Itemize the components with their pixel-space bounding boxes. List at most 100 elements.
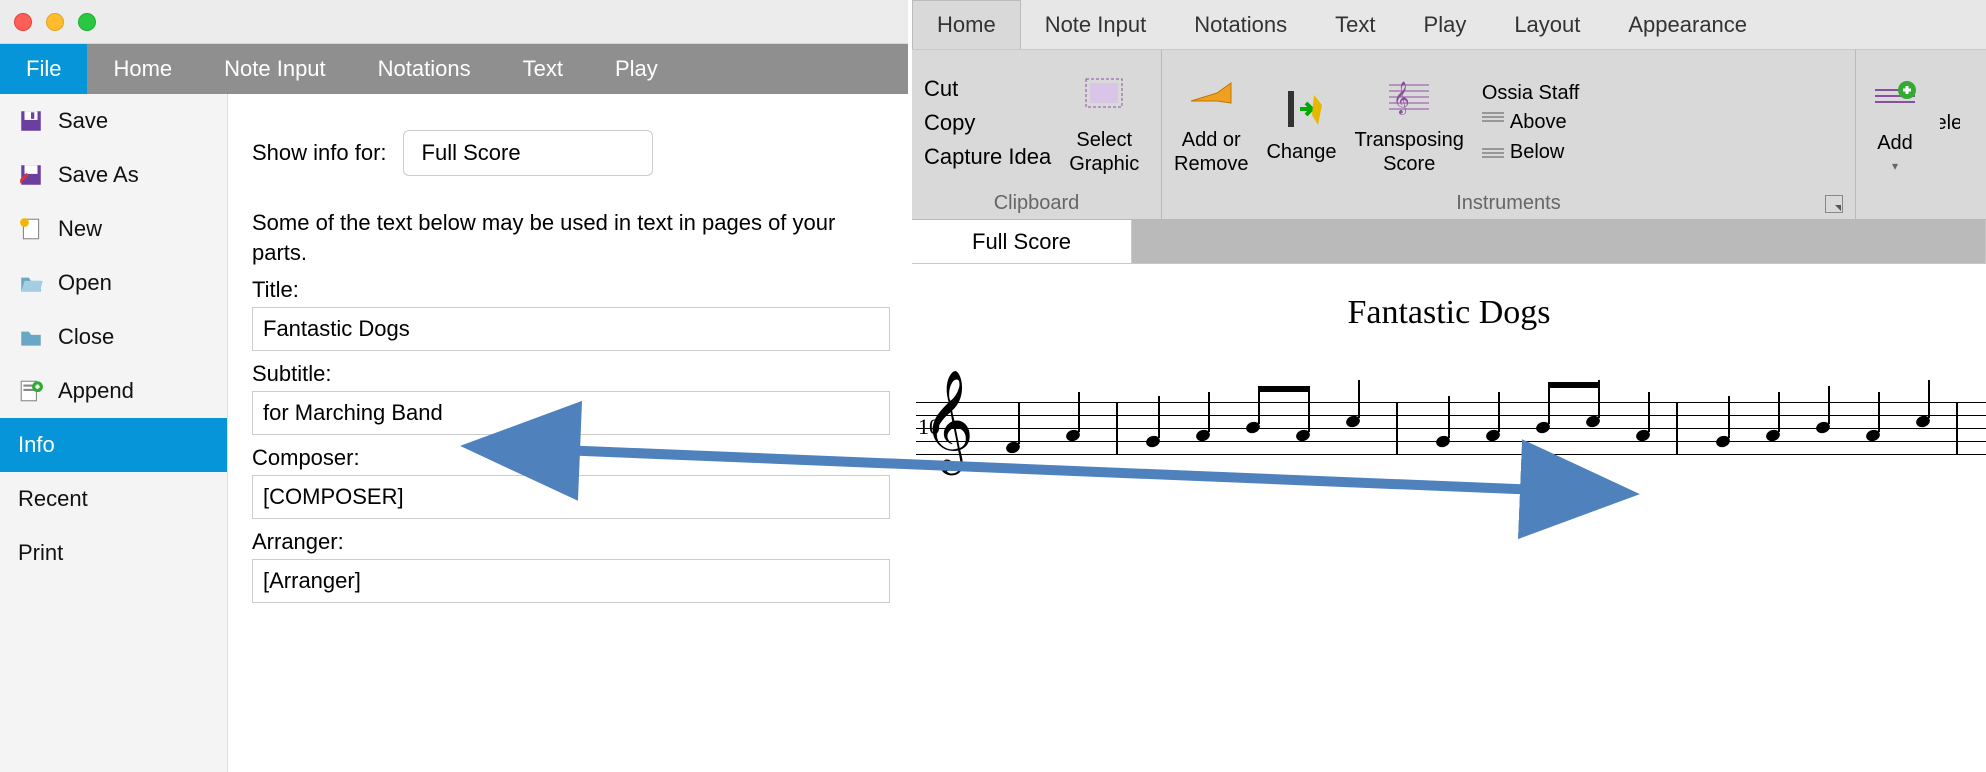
- sidebar-item-print[interactable]: Print: [0, 526, 227, 580]
- sidebar-label: New: [58, 216, 102, 242]
- transposing-score-icon: 𝄞: [1382, 70, 1436, 124]
- transposing-label: Transposing Score: [1355, 128, 1464, 176]
- sidebar-label: Open: [58, 270, 112, 296]
- title-input[interactable]: [252, 307, 890, 351]
- right-window: Home Note Input Notations Text Play Layo…: [912, 0, 1986, 772]
- ribbon-group-instruments: Add or Remove Change 𝄞 Transposing Score…: [1162, 50, 1856, 219]
- sidebar-item-save[interactable]: Save: [0, 94, 227, 148]
- sidebar-item-append[interactable]: Append: [0, 364, 227, 418]
- arranger-label: Arranger:: [252, 529, 890, 555]
- sidebar-label: Info: [18, 432, 55, 458]
- add-remove-instruments-button[interactable]: Add or Remove: [1174, 70, 1248, 176]
- ribbon-body: Cut Copy Capture Idea Select Graphic Cli…: [912, 50, 1986, 220]
- info-desc: Some of the text below may be used in te…: [252, 208, 890, 267]
- subtitle-input[interactable]: [252, 391, 890, 435]
- clipboard-capture-idea[interactable]: Capture Idea: [924, 144, 1051, 170]
- rtab-home[interactable]: Home: [912, 0, 1021, 49]
- sidebar-item-info[interactable]: Info: [0, 418, 227, 472]
- sidebar-label: Save As: [58, 162, 139, 188]
- add-bars-label: Add: [1877, 131, 1913, 155]
- sidebar-label: Print: [18, 540, 63, 566]
- change-label: Change: [1266, 140, 1336, 164]
- rtab-notations[interactable]: Notations: [1170, 0, 1311, 49]
- ribbon-group-bars: Add ▾ Delete: [1856, 50, 1986, 219]
- clipboard-copy[interactable]: Copy: [924, 110, 1051, 136]
- ossia-staff-button[interactable]: Ossia Staff: [1482, 82, 1579, 105]
- sidebar-label: Recent: [18, 486, 88, 512]
- arranger-input[interactable]: [252, 559, 890, 603]
- window-zoom-button[interactable]: [78, 13, 96, 31]
- window-close-button[interactable]: [14, 13, 32, 31]
- rtab-layout[interactable]: Layout: [1490, 0, 1604, 49]
- instruments-group-title: Instruments: [1456, 190, 1560, 217]
- delete-bars-label: Delete: [1940, 111, 1960, 135]
- composer-label: Composer:: [252, 445, 890, 471]
- rtab-note-input[interactable]: Note Input: [1021, 0, 1171, 49]
- part-tab-full-score[interactable]: Full Score: [912, 220, 1132, 263]
- sidebar-item-save-as[interactable]: Save As: [0, 148, 227, 202]
- sidebar-label: Close: [58, 324, 114, 350]
- sidebar-label: Save: [58, 108, 108, 134]
- show-info-value: Full Score: [422, 140, 521, 166]
- rtab-appearance[interactable]: Appearance: [1604, 0, 1771, 49]
- svg-text:𝄞: 𝄞: [1393, 82, 1410, 115]
- tab-file[interactable]: File: [0, 44, 87, 94]
- info-panel: Show info for: Full Score Some of the te…: [228, 94, 908, 772]
- sidebar-item-close[interactable]: Close: [0, 310, 227, 364]
- rtab-play[interactable]: Play: [1400, 0, 1491, 49]
- sidebar-item-recent[interactable]: Recent: [0, 472, 227, 526]
- ribbon-tabs: Home Note Input Notations Text Play Layo…: [912, 0, 1986, 50]
- show-info-select[interactable]: Full Score: [403, 130, 653, 176]
- tab-text[interactable]: Text: [497, 44, 589, 94]
- tab-notations[interactable]: Notations: [352, 44, 497, 94]
- sidebar-item-new[interactable]: New: [0, 202, 227, 256]
- saveas-icon: [18, 162, 44, 188]
- tab-note-input[interactable]: Note Input: [198, 44, 352, 94]
- trumpet-icon: [1184, 70, 1238, 124]
- delete-bars-button[interactable]: Delete: [1940, 111, 1960, 135]
- new-icon: [18, 216, 44, 242]
- add-bars-icon: [1868, 73, 1922, 127]
- treble-clef-icon: 𝄞: [922, 378, 974, 466]
- rtab-text[interactable]: Text: [1311, 0, 1399, 49]
- file-sidebar: Save Save As New Open Close: [0, 94, 228, 772]
- ribbon-group-clipboard: Cut Copy Capture Idea Select Graphic Cli…: [912, 50, 1162, 219]
- left-window: File Home Note Input Notations Text Play…: [0, 0, 912, 772]
- select-graphic-button[interactable]: Select Graphic: [1069, 70, 1139, 176]
- staff-below-icon: [1482, 141, 1504, 165]
- change-instrument-icon: [1275, 82, 1329, 136]
- save-icon: [18, 108, 44, 134]
- music-staff: 𝄞: [916, 372, 1986, 492]
- append-icon: [18, 378, 44, 404]
- subtitle-label: Subtitle:: [252, 361, 890, 387]
- staff-above-icon: [1482, 111, 1504, 135]
- close-icon: [18, 324, 44, 350]
- open-icon: [18, 270, 44, 296]
- composer-input[interactable]: [252, 475, 890, 519]
- tab-play[interactable]: Play: [589, 44, 684, 94]
- add-remove-label: Add or Remove: [1174, 128, 1248, 176]
- select-graphic-label: Select Graphic: [1069, 128, 1139, 176]
- window-minimize-button[interactable]: [46, 13, 64, 31]
- clipboard-group-title: Clipboard: [924, 190, 1149, 217]
- parts-subtoolbar: Full Score: [912, 220, 1986, 264]
- show-info-label: Show info for:: [252, 140, 387, 166]
- score-title: Fantastic Dogs: [912, 294, 1986, 332]
- title-label: Title:: [252, 277, 890, 303]
- tab-home[interactable]: Home: [87, 44, 198, 94]
- change-instrument-button[interactable]: Change: [1266, 82, 1336, 164]
- sidebar-label: Append: [58, 378, 134, 404]
- clipboard-cut[interactable]: Cut: [924, 76, 1051, 102]
- left-menubar: File Home Note Input Notations Text Play: [0, 44, 908, 94]
- instruments-dialog-launcher[interactable]: [1825, 195, 1843, 213]
- score-canvas[interactable]: Fantastic Dogs 10 𝄞: [912, 264, 1986, 492]
- parts-empty-area: [1132, 220, 1986, 263]
- transposing-score-button[interactable]: 𝄞 Transposing Score: [1355, 70, 1464, 176]
- dropdown-caret-icon: ▾: [1892, 159, 1898, 173]
- select-graphic-icon: [1077, 70, 1131, 124]
- sidebar-item-open[interactable]: Open: [0, 256, 227, 310]
- staff-below-button[interactable]: Below: [1482, 141, 1579, 165]
- titlebar: [0, 0, 908, 44]
- staff-above-button[interactable]: Above: [1482, 111, 1579, 135]
- add-bars-button[interactable]: Add ▾: [1868, 73, 1922, 173]
